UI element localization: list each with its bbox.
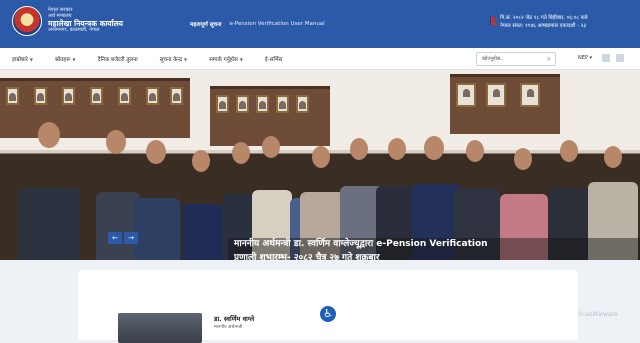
logo-block[interactable]: नेपाल सरकार अर्थ मन्त्रालय महालेखा नियन्… (12, 6, 123, 36)
person (18, 188, 80, 260)
portrait-frame (296, 95, 309, 113)
accessibility-icon[interactable]: ♿ (318, 304, 338, 324)
wall-panel (450, 74, 560, 134)
person-head (38, 122, 60, 148)
nav-item-contact[interactable]: सम्पर्क गर्नुहोस ▼ (209, 55, 243, 63)
org-address: अनामनगर, काठमाडौं, नेपाल (48, 27, 100, 34)
twitter-icon[interactable] (616, 54, 624, 62)
profile-role: माननीय अर्थमन्त्री (214, 325, 243, 330)
person-head (388, 138, 406, 160)
language-select[interactable]: NEP ▾ (578, 55, 592, 61)
flag-icon (490, 15, 498, 25)
nav-item-resources[interactable]: स्रोतहरू ▼ (55, 55, 76, 63)
person-head (560, 140, 578, 162)
nav-item-eservice[interactable]: ई-सर्भिस (265, 55, 282, 63)
portrait-frame (6, 87, 19, 105)
chevron-down-icon: ▼ (72, 56, 76, 62)
portrait-frame (456, 83, 476, 107)
portrait-frame (90, 87, 103, 105)
person-head (514, 148, 532, 170)
search-icon[interactable]: ⌕ (547, 55, 551, 64)
slider-controls: ← → (108, 232, 138, 244)
nav-item-label: ई-सर्भिस (264, 56, 283, 63)
chevron-down-icon: ▼ (239, 56, 243, 62)
emblem-icon (12, 6, 42, 36)
search-placeholder: खोज्नुहोस.. (482, 56, 504, 62)
person-head (424, 136, 444, 160)
watermark-text: ScanMalware (578, 311, 618, 318)
portrait-frame (256, 95, 269, 113)
date-info: मि.सं. २०८२ जेठ १८ गते बिहीबार, ०६:०८ बज… (500, 14, 588, 31)
notice-link[interactable]: e-Pension Verification User Manual (229, 21, 324, 27)
hero-image (0, 70, 640, 260)
nav-item-daily-budget[interactable]: दैनिक बजेटरी तुलना (98, 55, 138, 63)
nav-item-info-center[interactable]: सूचना केन्द्र ▼ (160, 55, 187, 63)
person-head (106, 130, 126, 154)
person-head (350, 138, 368, 160)
org-line2: अर्थ मन्त्रालय (48, 12, 72, 19)
profile-name: डा. स्वर्णिम वाग्ले (214, 315, 255, 323)
portrait-frame (118, 87, 131, 105)
top-header: नेपाल सरकार अर्थ मन्त्रालय महालेखा नियन्… (0, 0, 640, 48)
facebook-icon[interactable] (602, 54, 610, 62)
nav-item-label: सम्पर्क गर्नुहोस (209, 56, 238, 63)
portrait-frame (34, 87, 47, 105)
person-head (604, 146, 622, 168)
portrait-frame (276, 95, 289, 113)
portrait-frame (486, 83, 506, 107)
wall-panel (0, 78, 190, 138)
hero-slider (0, 70, 640, 260)
slider-prev-button[interactable]: ← (108, 232, 122, 244)
person-head (192, 150, 210, 172)
portrait-frame (62, 87, 75, 105)
notice-tag: महत्वपूर्ण सूचना (190, 22, 222, 28)
nav-item-label: सूचना केन्द्र (159, 56, 182, 63)
person (182, 204, 222, 260)
nav-item-label: दैनिक बजेटरी तुलना (97, 56, 138, 63)
person-head (312, 146, 330, 168)
person-head (146, 140, 166, 164)
nav-item-label: हाम्रोबारे (12, 56, 28, 63)
chevron-down-icon: ▼ (183, 56, 188, 62)
person (134, 198, 180, 260)
language-label: NEP (578, 55, 588, 61)
portrait-frame (520, 83, 540, 107)
nav-item-about[interactable]: हाम्रोबारे ▼ (12, 55, 33, 63)
portrait-frame (236, 95, 249, 113)
date-line: मि.सं. २०८२ जेठ १८ गते बिहीबार, ०६:०८ बज… (500, 15, 588, 21)
portrait-frame (170, 87, 183, 105)
person-head (262, 136, 280, 158)
chevron-down-icon: ▼ (29, 56, 33, 62)
search-input[interactable]: खोज्नुहोस.. ⌕ (476, 52, 556, 66)
notice-bar: महत्वपूर्ण सूचना e-Pension Verification … (190, 0, 330, 48)
org-names: नेपाल सरकार अर्थ मन्त्रालय महालेखा नियन्… (48, 7, 123, 34)
portrait-frame (146, 87, 159, 105)
slider-next-button[interactable]: → (124, 232, 138, 244)
caption-line1: माननीय अर्थमन्त्री डा. स्वर्णिम वाग्लेज्… (234, 239, 488, 249)
person-head (466, 140, 484, 162)
nepal-era-line: नेपाल संवत: ११४६ आषाढमास एकादशी - २३ (500, 23, 587, 30)
portrait-frame (216, 95, 229, 113)
profile-photo (118, 313, 202, 343)
person-head (232, 142, 250, 164)
nav-item-label: स्रोतहरू (54, 56, 71, 63)
